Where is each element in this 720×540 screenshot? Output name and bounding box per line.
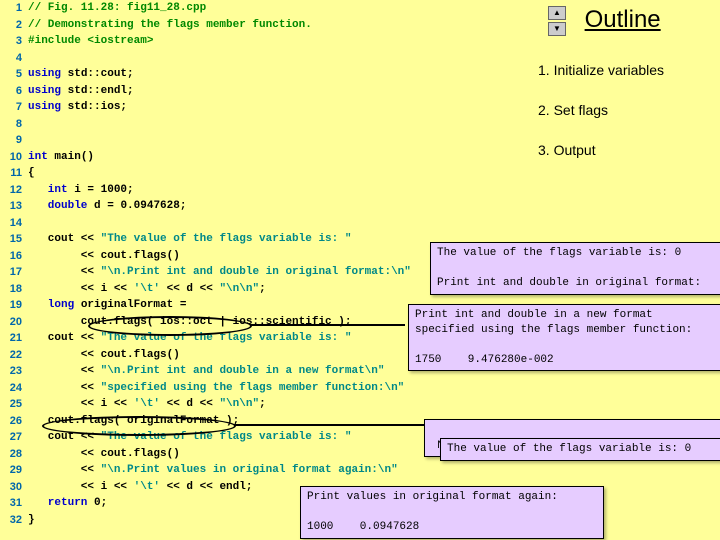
note-3: 3. Output bbox=[538, 142, 708, 158]
note-2: 2. Set flags bbox=[538, 102, 708, 118]
output-callout: Print int and double in a new format spe… bbox=[408, 304, 720, 371]
code-text: // Fig. 11.28: fig11_28.cpp bbox=[28, 2, 206, 14]
arrow-icon bbox=[234, 424, 424, 426]
outline-title: Outline bbox=[585, 6, 661, 33]
highlight-oval bbox=[42, 416, 236, 436]
prev-slide-button[interactable]: ▲ bbox=[548, 6, 566, 20]
header: ▲ ▼ Outline bbox=[548, 6, 708, 36]
output-callout: Print values in original format again: 1… bbox=[300, 486, 604, 539]
slide-nav: ▲ ▼ bbox=[548, 6, 566, 36]
output-callout: The value of the flags variable is: 0 Pr… bbox=[430, 242, 720, 295]
note-1: 1. Initialize variables bbox=[538, 62, 708, 78]
next-slide-button[interactable]: ▼ bbox=[548, 22, 566, 36]
line-number: 1 bbox=[0, 2, 22, 14]
arrow-icon bbox=[250, 324, 405, 326]
output-callout: The value of the flags variable is: 0 bbox=[440, 438, 720, 461]
outline-notes: 1. Initialize variables 2. Set flags 3. … bbox=[538, 62, 708, 182]
highlight-oval bbox=[88, 316, 252, 336]
